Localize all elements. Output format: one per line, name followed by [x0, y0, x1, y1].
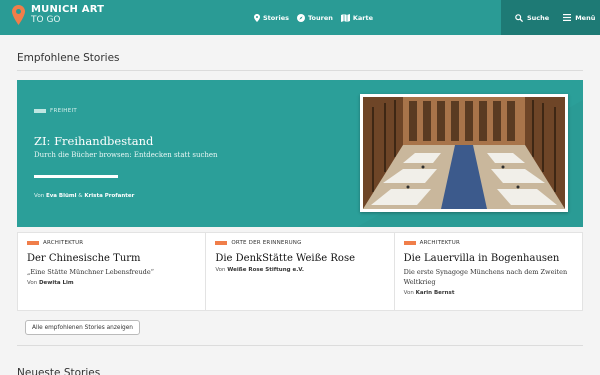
tag-color-bar	[403, 241, 416, 245]
logo-line-1: MUNICH ART	[31, 4, 105, 15]
nav-label-stories: Stories	[263, 13, 289, 22]
story-subtitle: Die erste Synagoge Münchens nach dem Zwe…	[403, 268, 568, 286]
featured-subtitle: Durch die Bücher browsen: Entdecken stat…	[34, 151, 218, 159]
menu-label: Menü	[575, 13, 596, 22]
story-tag: ORTE DER ERINNERUNG	[215, 240, 393, 246]
story-card[interactable]: ARCHITEKTUR Die Lauervilla in Bogenhause…	[395, 233, 582, 310]
featured-title[interactable]: ZI: Freihandbestand	[34, 134, 153, 148]
featured-image[interactable]	[360, 94, 568, 212]
show-all-featured-button[interactable]: Alle empfohlenen Stories anzeigen	[25, 320, 140, 335]
story-title[interactable]: Die DenkStätte Weiße Rose	[215, 253, 393, 264]
story-byline: Von Dewita Lim	[27, 280, 205, 286]
menu-button[interactable]: Menü	[563, 14, 595, 22]
map-pin-icon	[254, 13, 260, 22]
section-divider	[17, 345, 583, 346]
section-divider	[17, 70, 583, 71]
nav-label-touren: Touren	[307, 13, 333, 22]
byline-prefix: Von	[403, 290, 414, 296]
tag-color-bar	[34, 109, 46, 113]
author-link[interactable]: Krista Profanter	[84, 193, 134, 199]
byline-prefix: Von	[215, 267, 226, 273]
byline-joiner: &	[78, 193, 83, 199]
featured-tag-label: FREIHEIT	[50, 108, 78, 114]
story-cards: ARCHITEKTUR Der Chinesische Turm „Eine S…	[17, 232, 583, 311]
nav-item-karte[interactable]: Karte	[340, 13, 374, 22]
featured-tag: FREIHEIT	[34, 108, 77, 114]
logo-line-2: TO GO	[31, 15, 61, 25]
byline-prefix: Von	[27, 280, 38, 286]
story-byline: Von Weiße Rose Stiftung e.V.	[215, 267, 393, 273]
story-tag-label: ORTE DER ERINNERUNG	[231, 240, 302, 246]
nav-item-stories[interactable]: Stories	[254, 13, 289, 22]
section-title-latest: Neueste Stories	[17, 367, 101, 375]
nav-item-touren[interactable]: Touren	[296, 13, 333, 22]
story-title[interactable]: Die Lauervilla in Bogenhausen	[404, 253, 582, 264]
nav-label-karte: Karte	[352, 13, 374, 22]
story-tag-label: ARCHITEKTUR	[43, 240, 84, 246]
author-link[interactable]: Weiße Rose Stiftung e.V.	[227, 267, 304, 273]
top-navigation-bar: MUNICH ART TO GO Stories Touren Karte Su…	[0, 0, 600, 35]
tag-color-bar	[215, 241, 228, 245]
story-byline: Von Karin Bernst	[404, 290, 582, 296]
story-title[interactable]: Der Chinesische Turm	[27, 253, 205, 264]
author-link[interactable]: Karin Bernst	[416, 290, 455, 296]
author-link[interactable]: Dewita Lim	[39, 280, 74, 286]
story-tag-label: ARCHITEKTUR	[419, 240, 460, 246]
library-reading-room-photo	[363, 97, 565, 209]
featured-story-card[interactable]: FREIHEIT ZI: Freihandbestand Durch die B…	[17, 80, 583, 227]
map-pin-logo-icon	[12, 5, 25, 25]
hamburger-menu-icon	[563, 14, 572, 21]
logo[interactable]: MUNICH ART TO GO	[12, 5, 104, 25]
featured-progress-bar	[34, 175, 118, 178]
main-navigation: Stories Touren Karte	[254, 0, 381, 35]
tag-color-bar	[27, 241, 39, 245]
compass-icon	[296, 13, 305, 22]
featured-byline: Von Eva Blüml & Krista Profanter	[34, 193, 134, 199]
header-actions: Suche Menü	[501, 0, 600, 35]
section-title-featured: Empfohlene Stories	[17, 52, 120, 64]
story-tag: ARCHITEKTUR	[27, 240, 205, 246]
search-icon	[515, 13, 523, 22]
story-card[interactable]: ARCHITEKTUR Der Chinesische Turm „Eine S…	[18, 233, 207, 310]
search-label: Suche	[527, 13, 550, 22]
author-link[interactable]: Eva Blüml	[46, 193, 77, 199]
story-subtitle: „Eine Stätte Münchner Lebensfreude“	[27, 268, 154, 276]
featured-progress-fill	[34, 175, 118, 178]
story-card[interactable]: ORTE DER ERINNERUNG Die DenkStätte Weiße…	[206, 233, 395, 310]
search-button[interactable]: Suche	[515, 14, 549, 22]
story-tag: ARCHITEKTUR	[403, 240, 582, 246]
byline-prefix: Von	[34, 193, 45, 199]
map-icon	[340, 13, 350, 22]
